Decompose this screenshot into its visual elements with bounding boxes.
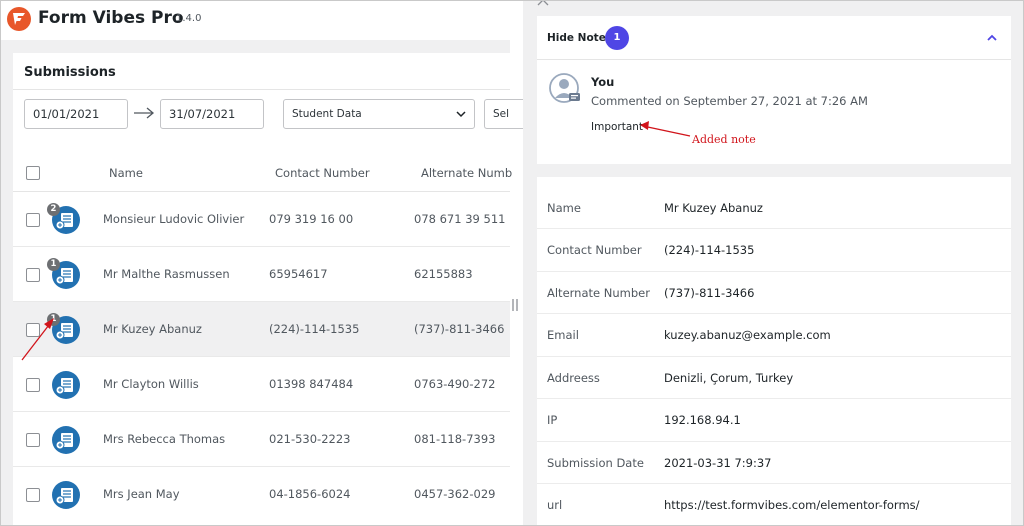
arrow-right-icon — [134, 107, 155, 119]
detail-label-contact: Contact Number — [547, 243, 642, 257]
notes-count-badge: 1 — [605, 26, 629, 50]
detail-label-name: Name — [547, 201, 581, 215]
chevron-up-icon[interactable] — [986, 33, 998, 43]
table-row[interactable]: 2 Monsieur Ludovic Olivier 079 319 16 00… — [13, 192, 510, 247]
cell-contact: (224)-114-1535 — [269, 322, 360, 336]
cell-name: Mr Kuzey Abanuz — [103, 322, 202, 336]
detail-value-submission-date: 2021-03-31 7:9:37 — [664, 456, 772, 470]
detail-label-url: url — [547, 498, 563, 512]
cell-contact: 65954617 — [269, 267, 328, 281]
notes-icon[interactable] — [51, 370, 81, 400]
detail-label-alternate: Alternate Number — [547, 286, 650, 300]
column-header-alternate[interactable]: Alternate Numb — [421, 166, 512, 180]
form-select[interactable]: Student Data — [283, 99, 475, 129]
cell-name: Mr Clayton Willis — [103, 377, 199, 391]
chevron-down-icon — [456, 111, 466, 118]
note-timestamp: Commented on September 27, 2021 at 7:26 … — [591, 94, 868, 108]
secondary-select[interactable]: Sel — [484, 99, 524, 129]
divider — [13, 89, 510, 90]
date-to-input[interactable]: 31/07/2021 — [160, 99, 264, 129]
submissions-title: Submissions — [24, 65, 116, 80]
note-author: You — [591, 75, 615, 89]
details-card — [537, 177, 1011, 526]
table-row[interactable]: 1 Mr Malthe Rasmussen 65954617 62155883 — [13, 247, 510, 302]
select-all-checkbox[interactable] — [26, 166, 40, 180]
detail-value-address: Denizli, Çorum, Turkey — [664, 371, 794, 385]
cell-alternate: 0763-490-272 — [414, 377, 496, 391]
row-checkbox[interactable] — [26, 323, 40, 337]
divider — [537, 398, 1011, 399]
notes-count-badge: 1 — [47, 313, 60, 326]
divider — [537, 483, 1011, 484]
notes-count-badge: 2 — [47, 203, 60, 216]
row-checkbox[interactable] — [26, 433, 40, 447]
cell-alternate: 081-118-7393 — [414, 432, 496, 446]
detail-label-submission-date: Submission Date — [547, 456, 644, 470]
table-row-selected[interactable]: 1 Mr Kuzey Abanuz (224)-114-1535 (737)-8… — [13, 302, 510, 357]
detail-value-contact: (224)-114-1535 — [664, 243, 755, 257]
cell-alternate: 078 671 39 511 — [414, 212, 506, 226]
row-checkbox[interactable] — [26, 268, 40, 282]
app-title: Form Vibes Pro — [38, 8, 184, 28]
cell-contact: 021-530-2223 — [269, 432, 351, 446]
notes-icon[interactable] — [51, 425, 81, 455]
detail-label-ip: IP — [547, 413, 558, 427]
form-vibes-logo-icon — [7, 7, 31, 31]
table-row[interactable]: Mrs Jean May 04-1856-6024 0457-362-029 — [13, 467, 510, 522]
table-row[interactable]: Mr Clayton Willis 01398 847484 0763-490-… — [13, 357, 510, 412]
detail-value-email: kuzey.abanuz@example.com — [664, 328, 831, 342]
cell-alternate: 62155883 — [414, 267, 473, 281]
resize-handle-icon[interactable] — [511, 298, 519, 312]
cell-alternate: 0457-362-029 — [414, 487, 496, 501]
form-select-value: Student Data — [292, 108, 362, 120]
user-avatar-icon — [549, 73, 580, 103]
cell-contact: 079 319 16 00 — [269, 212, 354, 226]
hide-notes-toggle[interactable]: Hide Notes — [547, 32, 612, 44]
column-header-contact[interactable]: Contact Number — [275, 166, 370, 180]
app-header: Form Vibes Pro 1.4.0 — [0, 0, 510, 40]
divider — [537, 228, 1011, 229]
note-text: Important — [591, 121, 644, 133]
cell-name: Mrs Jean May — [103, 487, 180, 501]
detail-value-ip: 192.168.94.1 — [664, 413, 741, 427]
cell-name: Mr Malthe Rasmussen — [103, 267, 230, 281]
cell-name: Monsieur Ludovic Olivier — [103, 212, 245, 226]
app-version: 1.4.0 — [176, 13, 202, 24]
detail-value-alternate: (737)-811-3466 — [664, 286, 755, 300]
close-icon[interactable] — [536, 0, 550, 7]
row-checkbox[interactable] — [26, 378, 40, 392]
column-header-name[interactable]: Name — [109, 166, 143, 180]
detail-label-address: Addreess — [547, 371, 600, 385]
divider — [537, 271, 1011, 272]
notes-icon[interactable] — [51, 480, 81, 510]
detail-value-name: Mr Kuzey Abanuz — [664, 201, 763, 215]
date-from-input[interactable]: 01/01/2021 — [24, 99, 128, 129]
annotation-label: Added note — [692, 133, 756, 146]
divider — [537, 59, 1011, 60]
secondary-select-value: Sel — [493, 108, 510, 120]
row-checkbox[interactable] — [26, 213, 40, 227]
detail-value-url: https://test.formvibes.com/elementor-for… — [664, 498, 920, 512]
cell-contact: 01398 847484 — [269, 377, 354, 391]
divider — [537, 356, 1011, 357]
divider — [537, 441, 1011, 442]
cell-alternate: (737)-811-3466 — [414, 322, 505, 336]
cell-name: Mrs Rebecca Thomas — [103, 432, 226, 446]
cell-contact: 04-1856-6024 — [269, 487, 351, 501]
table-row[interactable]: Mrs Rebecca Thomas 021-530-2223 081-118-… — [13, 412, 510, 467]
detail-label-email: Email — [547, 328, 579, 342]
notes-count-badge: 1 — [47, 258, 60, 271]
divider — [537, 313, 1011, 314]
row-checkbox[interactable] — [26, 488, 40, 502]
